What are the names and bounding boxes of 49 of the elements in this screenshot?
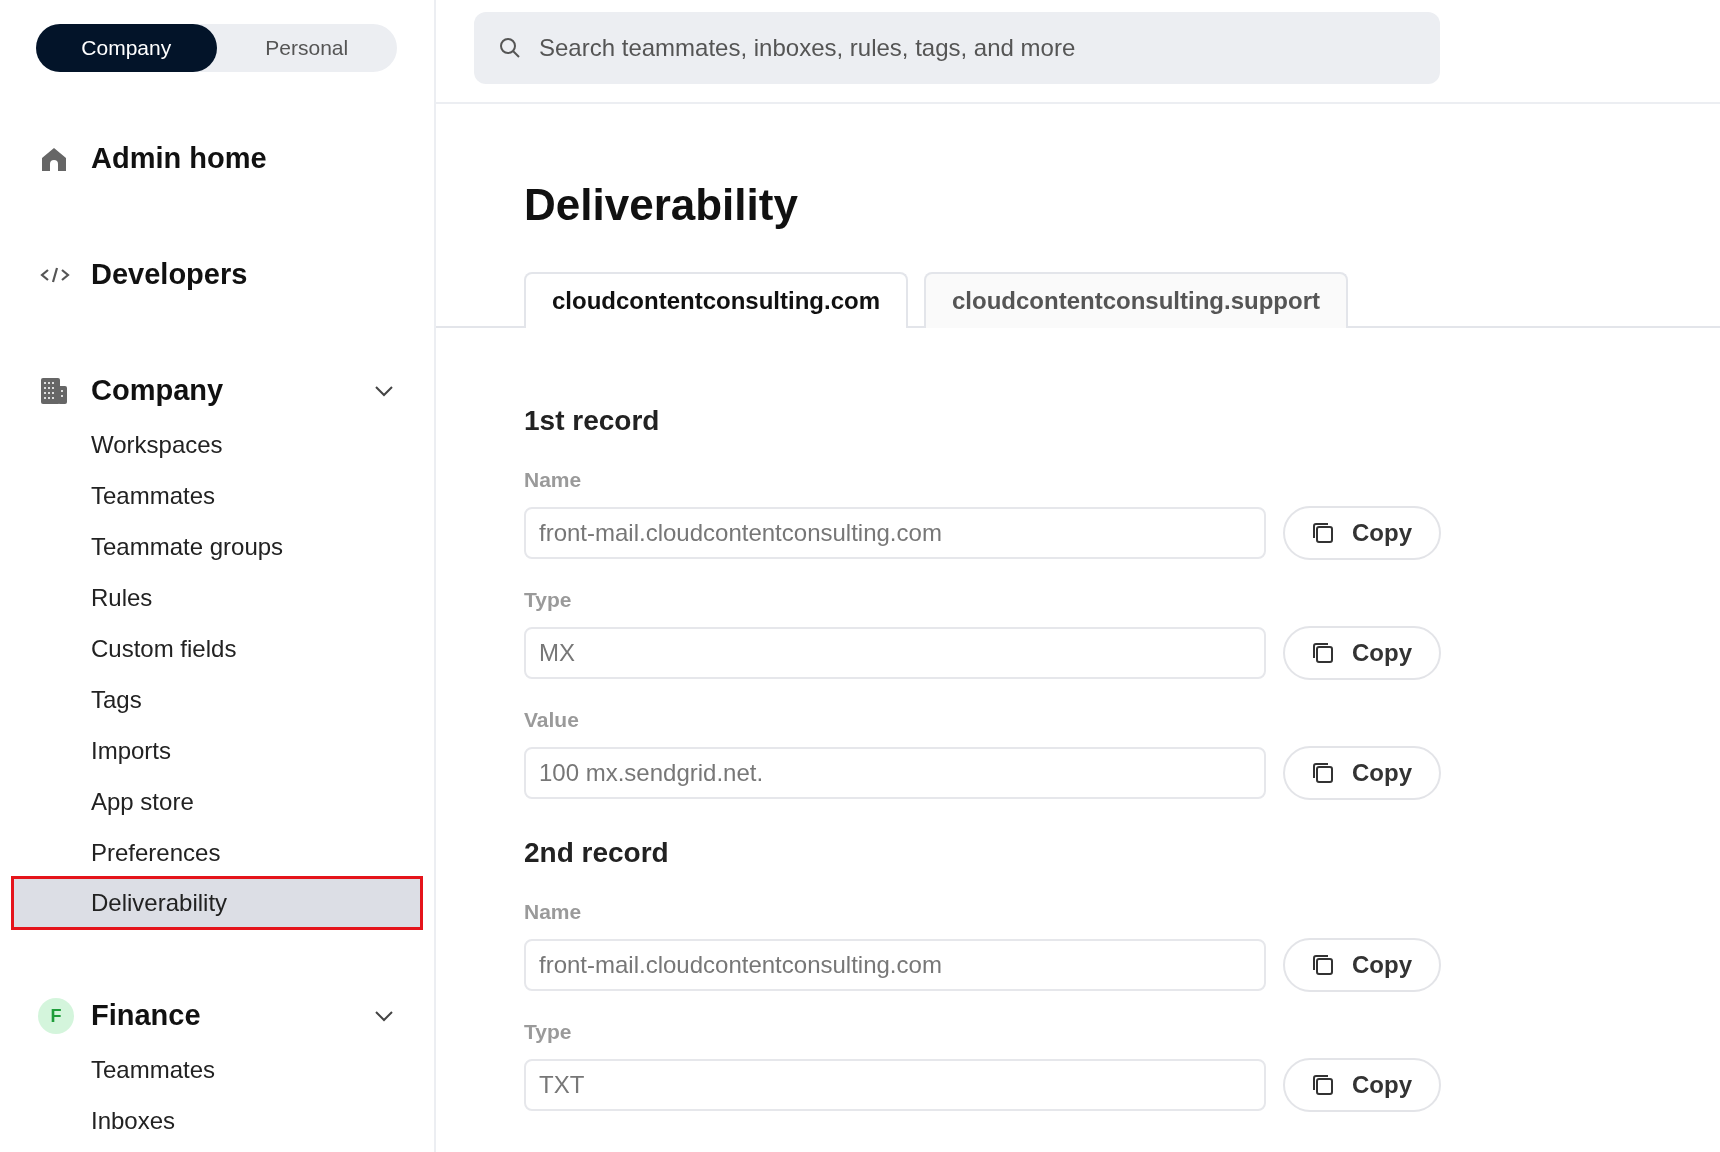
sidebar-item[interactable]: Teammates bbox=[0, 1044, 434, 1095]
copy-button[interactable]: Copy bbox=[1283, 746, 1441, 800]
field-label: Type bbox=[524, 1019, 573, 1044]
record-title: 1st record bbox=[524, 404, 661, 438]
field-label: Value bbox=[524, 707, 580, 732]
search-field[interactable]: Search teammates, inboxes, rules, tags, and more bbox=[474, 12, 1440, 84]
copy-icon bbox=[1312, 1074, 1334, 1096]
section-header[interactable]: Company bbox=[91, 369, 374, 413]
copy-button[interactable]: Copy bbox=[1283, 938, 1441, 992]
nav-link[interactable]: Admin home bbox=[91, 137, 267, 181]
nav-link[interactable]: Developers bbox=[91, 253, 248, 297]
copy-button[interactable]: Copy bbox=[1283, 506, 1441, 560]
copy-icon bbox=[1312, 762, 1334, 784]
sidebar-item[interactable]: Teammates bbox=[0, 470, 434, 521]
input-field[interactable]: 100 mx.sendgrid.net. bbox=[524, 747, 1266, 799]
sidebar-item[interactable]: App store bbox=[0, 776, 434, 827]
domain-tab[interactable]: cloudcontentconsulting.com bbox=[524, 272, 908, 328]
page-title: Deliverability bbox=[524, 179, 799, 231]
field-label: Type bbox=[524, 587, 573, 612]
copy-button[interactable]: Copy bbox=[1283, 1058, 1441, 1112]
field-label: Name bbox=[524, 899, 583, 924]
search-icon bbox=[498, 36, 522, 60]
sidebar-item[interactable]: Rules bbox=[0, 572, 434, 623]
sidebar-item[interactable]: Custom fields bbox=[0, 623, 434, 674]
copy-button[interactable]: Copy bbox=[1283, 626, 1441, 680]
home-icon bbox=[40, 145, 68, 173]
input-field[interactable]: TXT bbox=[524, 1059, 1266, 1111]
sidebar-item[interactable]: Teammate groups bbox=[0, 521, 434, 572]
copy-icon bbox=[1312, 522, 1334, 544]
sidebar-item[interactable]: Tags bbox=[0, 674, 434, 725]
sidebar-item[interactable]: Workspaces bbox=[0, 419, 434, 470]
sidebar-item[interactable]: Imports bbox=[0, 725, 434, 776]
scope-tab[interactable]: Personal bbox=[216, 24, 397, 72]
building-icon bbox=[40, 377, 68, 405]
record-title: 2nd record bbox=[524, 836, 670, 870]
sidebar-item[interactable]: Deliverability bbox=[11, 876, 423, 930]
section-header[interactable]: Finance bbox=[91, 994, 374, 1038]
scope-tab[interactable]: Company bbox=[36, 24, 217, 72]
input-field[interactable]: MX bbox=[524, 627, 1266, 679]
copy-icon bbox=[1312, 642, 1334, 664]
input-field[interactable]: front-mail.cloudcontentconsulting.com bbox=[524, 939, 1266, 991]
input-field[interactable]: front-mail.cloudcontentconsulting.com bbox=[524, 507, 1266, 559]
sidebar-item[interactable]: Preferences bbox=[0, 827, 434, 878]
workspace-badge: F bbox=[38, 998, 74, 1034]
domain-tab[interactable]: cloudcontentconsulting.support bbox=[924, 272, 1348, 328]
copy-icon bbox=[1312, 954, 1334, 976]
field-label: Name bbox=[524, 467, 583, 492]
sidebar-item[interactable]: Inboxes bbox=[0, 1095, 434, 1146]
code-icon bbox=[40, 265, 70, 285]
